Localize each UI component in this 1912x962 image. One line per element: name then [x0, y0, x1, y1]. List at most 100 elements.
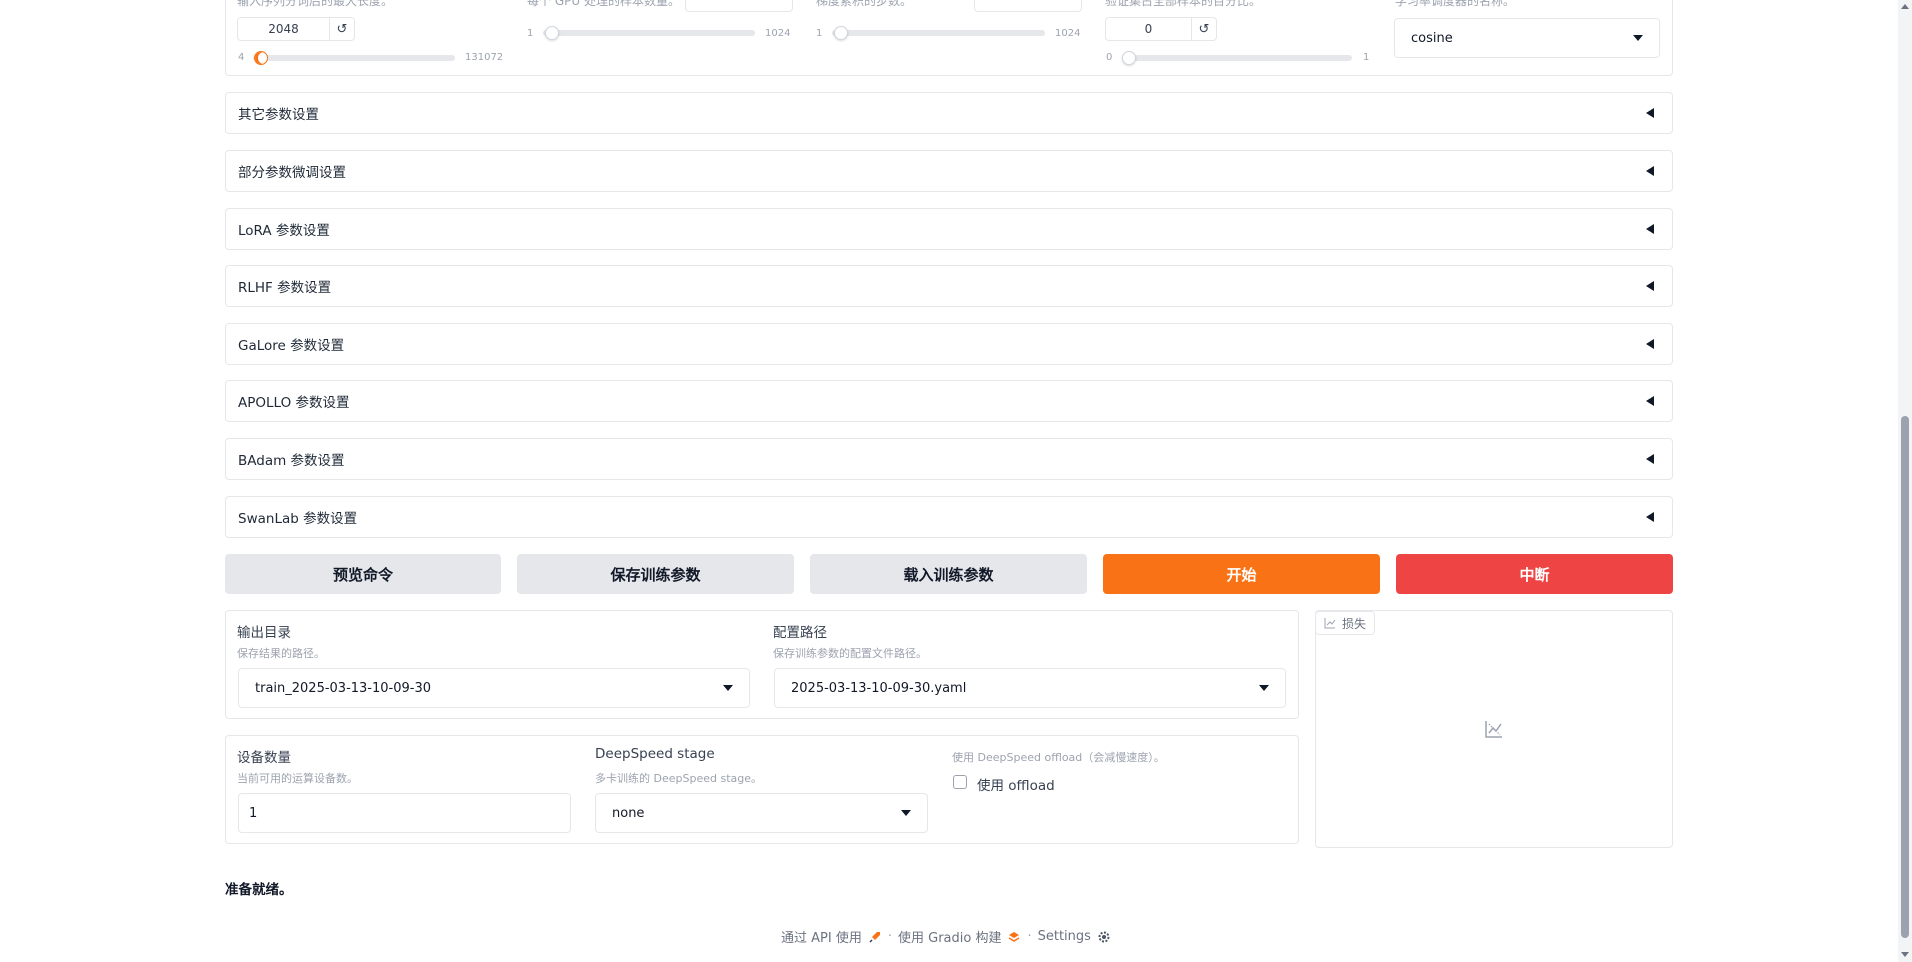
grad-accum-min: 1 — [816, 28, 823, 39]
load-args-button[interactable]: 载入训练参数 — [810, 554, 1087, 594]
grad-accum-input[interactable] — [974, 0, 1082, 12]
accordion-lora[interactable]: LoRA 参数设置 — [225, 208, 1673, 250]
val-size-value: 0 — [1144, 22, 1153, 36]
footer: 通过 API 使用 · 使用 Gradio 构建 · Settings — [781, 927, 1111, 946]
cutoff-len-min: 4 — [238, 52, 245, 63]
grad-accum-slider-thumb[interactable] — [834, 26, 848, 40]
device-count-info: 当前可用的运算设备数。 — [237, 772, 358, 785]
chevron-down-icon — [723, 685, 733, 691]
collapse-triangle-icon — [1646, 454, 1654, 464]
abort-button[interactable]: 中断 — [1396, 554, 1673, 594]
accordion-label: GaLore 参数设置 — [238, 338, 345, 354]
device-count-value: 1 — [249, 805, 258, 821]
val-size-slider-thumb[interactable] — [1122, 51, 1136, 65]
start-button[interactable]: 开始 — [1103, 554, 1380, 594]
accordion-label: 其它参数设置 — [238, 107, 319, 123]
config-path-dropdown[interactable]: 2025-03-13-10-09-30.yaml — [774, 668, 1286, 708]
reset-icon[interactable]: ↺ — [329, 18, 354, 40]
cutoff-len-input[interactable]: 2048 ↺ — [237, 17, 355, 41]
deepspeed-stage-label: DeepSpeed stage — [595, 746, 715, 762]
status-text: 准备就绪。 — [225, 882, 293, 898]
reset-icon[interactable]: ↺ — [1191, 18, 1216, 40]
collapse-triangle-icon — [1646, 339, 1654, 349]
grad-accum-slider-track[interactable] — [832, 30, 1045, 36]
batch-size-info: 每个 GPU 处理的样本数量。 — [527, 0, 680, 8]
accordion-rlhf[interactable]: RLHF 参数设置 — [225, 265, 1673, 307]
deepspeed-offload-info: 使用 DeepSpeed offload（会减慢速度）。 — [952, 751, 1165, 764]
collapse-triangle-icon — [1646, 281, 1654, 291]
val-size-max: 1 — [1363, 52, 1370, 63]
accordion-label: LoRA 参数设置 — [238, 223, 330, 239]
rocket-icon — [869, 931, 880, 943]
chart-icon — [1485, 721, 1502, 738]
accordion-badam[interactable]: BAdam 参数设置 — [225, 438, 1673, 480]
deepspeed-stage-value: none — [612, 805, 645, 821]
cutoff-len-slider-track[interactable] — [253, 55, 455, 61]
preview-command-button[interactable]: 预览命令 — [225, 554, 501, 594]
chevron-down-icon — [1633, 35, 1643, 41]
accordion-label: BAdam 参数设置 — [238, 453, 345, 469]
cutoff-len-info: 输入序列分词后的最大长度。 — [237, 0, 394, 8]
grad-accum-max: 1024 — [1055, 28, 1081, 39]
batch-size-min: 1 — [527, 28, 534, 39]
grad-accum-info: 梯度累积的步数。 — [816, 0, 913, 8]
accordion-label: 部分参数微调设置 — [238, 165, 346, 181]
accordion-label: APOLLO 参数设置 — [238, 395, 350, 411]
collapse-triangle-icon — [1646, 224, 1654, 234]
cutoff-len-slider-thumb[interactable] — [254, 51, 268, 65]
scroll-down-arrow-icon[interactable] — [1901, 952, 1909, 957]
lr-scheduler-value: cosine — [1411, 30, 1453, 46]
config-path-label: 配置路径 — [773, 625, 827, 641]
lr-scheduler-dropdown[interactable]: cosine — [1394, 18, 1660, 58]
cutoff-len-value: 2048 — [268, 22, 299, 36]
output-dir-label: 输出目录 — [237, 625, 291, 641]
scroll-up-arrow-icon[interactable] — [1901, 4, 1909, 9]
accordion-freeze-tuning[interactable]: 部分参数微调设置 — [225, 150, 1673, 192]
gradio-logo-icon — [1009, 931, 1020, 942]
gear-icon[interactable] — [1097, 930, 1111, 944]
config-path-value: 2025-03-13-10-09-30.yaml — [791, 680, 967, 696]
loss-plot-tab: 损失 — [1315, 611, 1376, 635]
loss-plot-tab-label: 损失 — [1342, 616, 1367, 631]
save-args-button[interactable]: 保存训练参数 — [517, 554, 794, 594]
device-count-label: 设备数量 — [237, 750, 291, 766]
device-count-input[interactable]: 1 — [238, 793, 571, 833]
val-size-input[interactable]: 0 ↺ — [1105, 17, 1217, 41]
batch-size-slider-track[interactable] — [543, 30, 755, 36]
chevron-down-icon — [1259, 685, 1269, 691]
scrollbar-thumb[interactable] — [1901, 416, 1909, 938]
accordion-label: RLHF 参数设置 — [238, 280, 332, 296]
chart-icon — [1324, 618, 1336, 629]
batch-size-slider-thumb[interactable] — [545, 26, 559, 40]
collapse-triangle-icon — [1646, 108, 1654, 118]
settings-link[interactable]: Settings — [1038, 929, 1091, 944]
batch-size-max: 1024 — [765, 28, 791, 39]
accordion-galore[interactable]: GaLore 参数设置 — [225, 323, 1673, 365]
deepspeed-stage-dropdown[interactable]: none — [595, 793, 928, 833]
accordion-apollo[interactable]: APOLLO 参数设置 — [225, 380, 1673, 422]
accordion-extra-args[interactable]: 其它参数设置 — [225, 92, 1673, 134]
val-size-info: 验证集占全部样本的百分比。 — [1105, 0, 1262, 8]
offload-checkbox-label[interactable]: 使用 offload — [977, 774, 1055, 794]
accordion-label: SwanLab 参数设置 — [238, 511, 358, 527]
lr-scheduler-info: 学习率调度器的名称。 — [1395, 0, 1516, 8]
offload-checkbox[interactable] — [953, 775, 967, 789]
built-with-gradio-link[interactable]: 使用 Gradio 构建 — [898, 927, 1001, 946]
collapse-triangle-icon — [1646, 166, 1654, 176]
use-via-api-link[interactable]: 通过 API 使用 — [781, 927, 862, 946]
val-size-slider-track[interactable] — [1122, 55, 1352, 61]
output-dir-dropdown[interactable]: train_2025-03-13-10-09-30 — [238, 668, 750, 708]
output-dir-value: train_2025-03-13-10-09-30 — [255, 680, 432, 696]
collapse-triangle-icon — [1646, 396, 1654, 406]
val-size-min: 0 — [1106, 52, 1113, 63]
cutoff-len-max: 131072 — [465, 52, 504, 63]
batch-size-input[interactable] — [685, 0, 793, 12]
output-dir-info: 保存结果的路径。 — [237, 647, 325, 660]
accordion-swanlab[interactable]: SwanLab 参数设置 — [225, 496, 1673, 538]
deepspeed-stage-info: 多卡训练的 DeepSpeed stage。 — [595, 772, 762, 785]
chevron-down-icon — [901, 810, 911, 816]
separator-dot: · — [887, 929, 892, 944]
separator-dot: · — [1027, 929, 1032, 944]
collapse-triangle-icon — [1646, 512, 1654, 522]
config-path-info: 保存训练参数的配置文件路径。 — [773, 647, 927, 660]
